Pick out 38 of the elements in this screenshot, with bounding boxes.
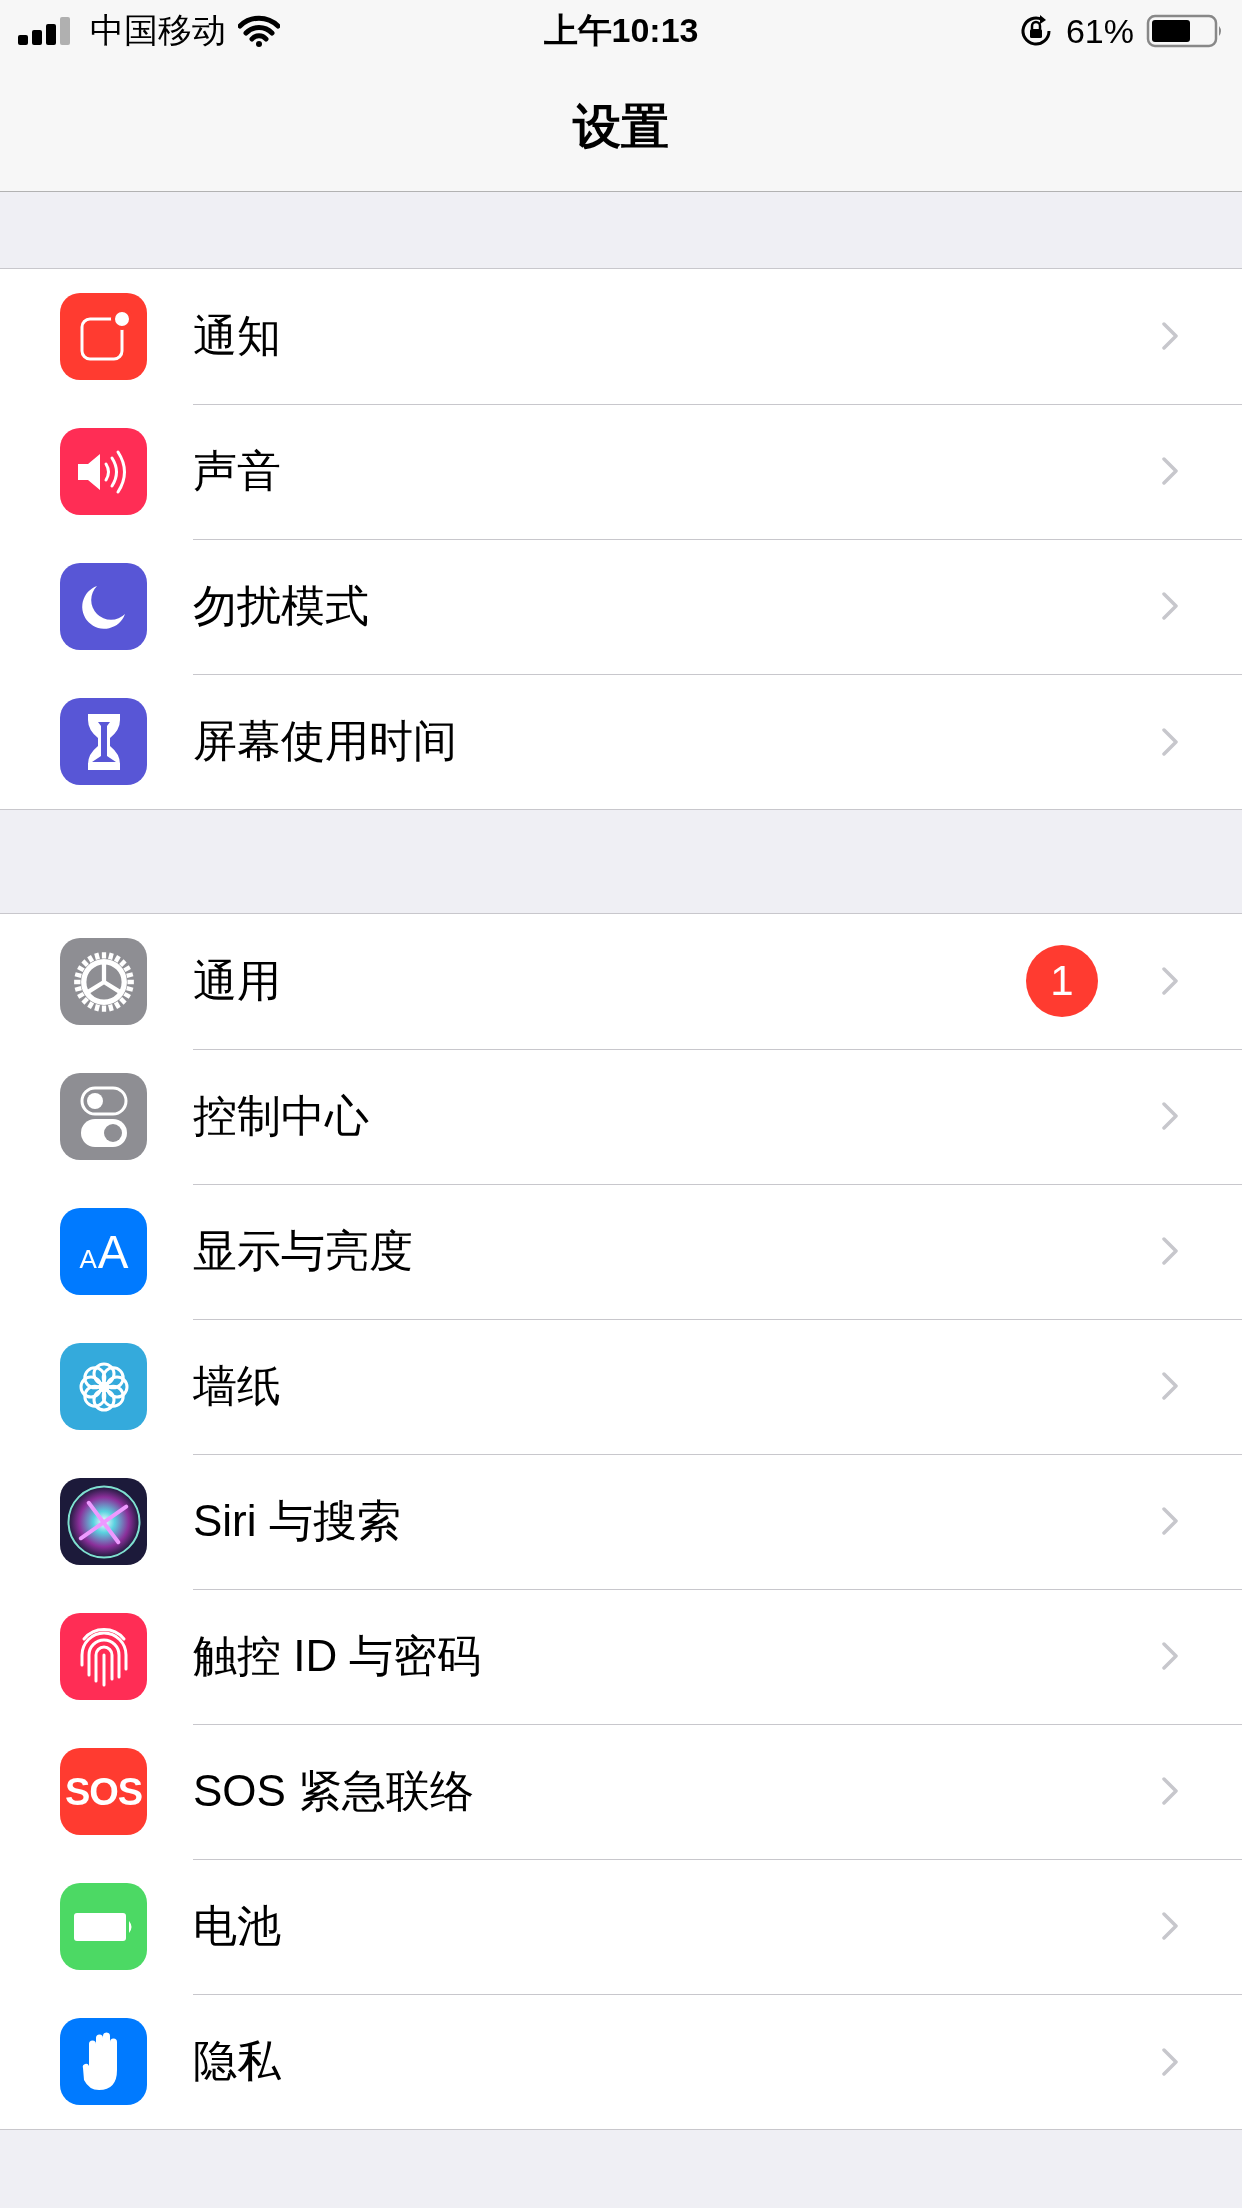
chevron-icon — [1162, 1642, 1178, 1670]
chevron-icon — [1162, 727, 1178, 756]
row-label: 屏幕使用时间 — [193, 715, 458, 767]
row-label: SOS 紧急联络 — [193, 1764, 476, 1817]
battery-icon — [1146, 14, 1224, 48]
chevron-icon — [1162, 967, 1178, 995]
chevron-icon — [1162, 457, 1178, 485]
text-size-icon: AA — [79, 1228, 128, 1275]
status-time: 上午10:13 — [543, 10, 699, 51]
row-label: 墙纸 — [193, 1359, 282, 1412]
battery-percentage: 61% — [1065, 11, 1134, 51]
carrier-name: 中国移动 — [90, 10, 226, 51]
chevron-icon — [1162, 322, 1178, 350]
notification-badge: 1 — [1026, 945, 1098, 1017]
chevron-icon — [1162, 2047, 1178, 2076]
row-label: 通知 — [193, 309, 282, 362]
chevron-icon — [1162, 1912, 1178, 1940]
chevron-icon — [1162, 592, 1178, 620]
chevron-icon — [1162, 1507, 1178, 1535]
sos-icon: SOS — [64, 1772, 143, 1811]
page-title: 设置 — [573, 98, 669, 155]
row-label: 显示与亮度 — [193, 1224, 414, 1277]
chevron-icon — [1162, 1777, 1178, 1805]
row-label: 电池 — [193, 1899, 282, 1952]
wifi-icon — [238, 15, 280, 47]
row-label: 勿扰模式 — [193, 579, 370, 632]
orb-icon — [66, 1484, 141, 1559]
chevron-icon — [1162, 1237, 1178, 1265]
gear-icon — [71, 949, 136, 1014]
row-label: Siri 与搜索 — [193, 1494, 402, 1547]
chevron-icon — [1162, 1372, 1178, 1400]
row-label: 通用 — [193, 954, 282, 1007]
chevron-icon — [1162, 1102, 1178, 1130]
row-label: 声音 — [193, 444, 282, 497]
row-label: 隐私 — [193, 2035, 282, 2087]
row-label: 触控 ID 与密码 — [193, 1629, 483, 1682]
toggles-icon — [78, 1084, 129, 1149]
row-label: 控制中心 — [193, 1089, 370, 1142]
